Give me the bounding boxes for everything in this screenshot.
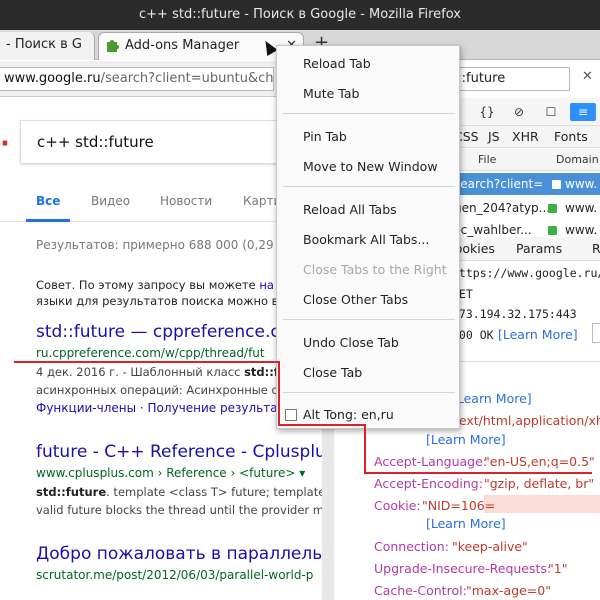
google-results-page: · c++ std::future Все Видео Новости Карт… [0, 98, 322, 600]
block-icon[interactable]: ⊘ [510, 103, 528, 121]
filter-js[interactable]: JS [488, 129, 500, 144]
header-value: "1" [548, 561, 568, 576]
accept-header-value: text/html,application/xhtml+ [454, 413, 600, 428]
lock-icon [552, 173, 561, 195]
learn-more-link[interactable]: [Learn More] [426, 432, 506, 447]
tab-label: Add-ons Manager [125, 38, 240, 53]
result-count: Результатов: примерно 688 000 (0,29 се [36, 238, 292, 252]
header-value: "keep-alive" [452, 539, 528, 554]
redacted-cookie [484, 495, 600, 513]
learn-more-link[interactable]: [Learn More] [498, 327, 578, 342]
result-snippet-line2: асинхронных операций: Асинхронные о [36, 383, 279, 397]
result-snippet-line2: valid future blocks the thread until the… [36, 503, 322, 517]
screenshot-icon[interactable]: ☐ [542, 103, 560, 121]
remote-address: 173.194.32.175:443 [452, 307, 577, 321]
header-key: Accept-Encoding: [374, 476, 483, 491]
header-key: Cookie: [374, 498, 421, 513]
menu-alt-tong[interactable]: Alt Tong: en,ru [303, 407, 394, 422]
search-tip: Совет. По этому запросу вы можете на язы… [36, 277, 278, 309]
header-value: "NID=106= [422, 498, 496, 513]
google-logo[interactable]: · [0, 124, 10, 164]
request-file: search?client= [454, 177, 544, 191]
filter-fonts[interactable]: Fonts [554, 129, 588, 144]
menu-bookmark-all-tabs[interactable]: Bookmark All Tabs... [303, 232, 429, 247]
active-tab-indicator [26, 219, 70, 222]
result-title[interactable]: Добро пожаловать в параллельны [36, 544, 322, 564]
column-domain[interactable]: Domain [556, 153, 599, 166]
snippet-bold: std::future [36, 485, 107, 499]
request-domain: www. [565, 177, 598, 191]
tip-text: Совет. По этому запросу вы можете [36, 278, 260, 292]
tip-link[interactable]: на [259, 278, 274, 292]
result-title[interactable]: std::future — cppreference.co [36, 322, 290, 342]
menu-pin-tab[interactable]: Pin Tab [303, 129, 347, 144]
menu-close-other-tabs[interactable]: Close Other Tabs [303, 292, 408, 307]
menu-separator [283, 186, 455, 187]
result-sitelinks[interactable]: Функции-члены · Получение результата [36, 401, 292, 415]
result-url: www.cplusplus.com › Reference › <future>… [36, 466, 306, 480]
request-domain: www. [565, 201, 598, 215]
annotation-line [278, 361, 280, 426]
window-title: c++ std::future - Поиск в Google - Mozil… [0, 0, 600, 30]
menu-separator [283, 319, 455, 320]
tab-google-search[interactable]: - Поиск в G [0, 32, 95, 60]
header-value: "max-age=0" [466, 583, 551, 598]
tab-params[interactable]: Params [516, 241, 562, 256]
devtools-url-field[interactable]: d::future [442, 67, 570, 91]
annotation-line [14, 361, 280, 363]
result-snippet: 4 дек. 2016 г. - Шаблонный класс std::fu [36, 364, 287, 380]
tab-video[interactable]: Видео [91, 194, 130, 208]
annotation-line [364, 424, 366, 474]
menu-separator [283, 392, 455, 393]
puzzle-icon [107, 40, 119, 52]
header-key: Cache-Control: [374, 583, 467, 598]
url-path: /search?client=ubuntu&chann [100, 71, 274, 86]
search-input[interactable]: c++ std::future [20, 120, 320, 164]
panel-edge [592, 323, 600, 343]
menu-move-to-new-window[interactable]: Move to New Window [303, 159, 438, 174]
header-key: Upgrade-Insecure-Requests: [374, 561, 552, 576]
url-host: www.google.ru [4, 71, 101, 86]
annotation-line [278, 424, 366, 426]
tip-text-line2: языки для результатов поиска можно в [36, 294, 279, 308]
tab-context-menu: Reload Tab Mute Tab Pin Tab Move to New … [276, 45, 460, 429]
column-file[interactable]: File [478, 153, 496, 166]
tab-news[interactable]: Новости [160, 194, 212, 208]
menu-reload-tab[interactable]: Reload Tab [303, 56, 371, 71]
menu-close-tab[interactable]: Close Tab [303, 365, 362, 380]
result-snippet: std::future. template <class T> future; … [36, 484, 322, 500]
url-bar[interactable]: www.google.ru/search?client=ubuntu&chann [0, 67, 274, 91]
learn-more-link[interactable]: [Learn More] [452, 391, 532, 406]
tab-all[interactable]: Все [36, 194, 60, 208]
snippet-text: 4 дек. 2016 г. - Шаблонный класс [36, 365, 245, 379]
lock-icon [548, 197, 557, 219]
menu-undo-close-tab[interactable]: Undo Close Tab [303, 335, 399, 350]
google-search-tabs: Все Видео Новости Карти [0, 186, 322, 222]
menu-reload-all-tabs[interactable]: Reload All Tabs [303, 202, 397, 217]
result-title[interactable]: future - C++ Reference - Cplusplus. [36, 442, 322, 462]
annotation-line [364, 472, 592, 474]
header-key: Accept-Language: [374, 454, 488, 469]
snippet-text: . template <class T> future; template < [106, 485, 322, 499]
menu-separator [283, 113, 455, 114]
filter-xhr[interactable]: XHR [512, 129, 539, 144]
result-url: ru.cppreference.com/w/cpp/thread/fut [36, 346, 265, 360]
header-key: Connection: [374, 539, 449, 554]
list-icon[interactable]: ≡ [570, 103, 596, 121]
header-value: "en-US,en;q=0.5" [484, 454, 595, 469]
menu-close-tabs-right: Close Tabs to the Right [303, 262, 447, 277]
learn-more-link[interactable]: [Learn More] [426, 516, 506, 531]
close-icon[interactable]: ✕ [582, 69, 593, 84]
checkbox[interactable] [285, 409, 297, 421]
request-url: https://www.google.ru/se [452, 266, 600, 280]
request-file: gen_204?atyp... [454, 201, 551, 215]
braces-icon[interactable]: {} [478, 103, 496, 121]
menu-mute-tab[interactable]: Mute Tab [303, 86, 359, 101]
tab-response[interactable]: R [592, 241, 600, 256]
header-value: "gzip, deflate, br" [484, 476, 595, 491]
result-url: scrutator.me/post/2012/06/03/parallel-wo… [36, 568, 314, 582]
